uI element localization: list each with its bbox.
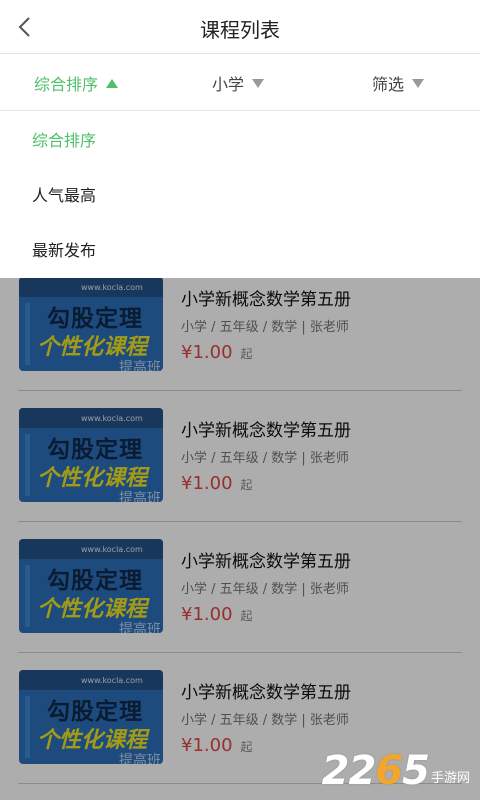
triangle-up-icon	[106, 78, 119, 88]
watermark-text: 手游网	[430, 771, 470, 786]
sort-dropdown: 综合排序 人气最高 最新发布	[0, 111, 480, 278]
sort-option-popular[interactable]: 人气最高	[0, 166, 480, 221]
level-filter-label: 小学	[212, 75, 245, 94]
sort-option-comprehensive[interactable]: 综合排序	[0, 111, 480, 166]
top-bar: 课程列表	[0, 0, 480, 54]
sort-filter-label: 综合排序	[34, 75, 99, 94]
filter-bar: 综合排序 小学 筛选	[0, 55, 480, 111]
filter-label: 筛选	[372, 75, 405, 94]
page-title: 课程列表	[200, 18, 280, 42]
sort-option-newest[interactable]: 最新发布	[0, 221, 480, 276]
watermark-number: 2265	[321, 748, 430, 794]
sort-filter-tab[interactable]: 综合排序	[34, 55, 119, 111]
watermark-logo: 2265 手游网	[322, 748, 470, 794]
dropdown-dim-overlay[interactable]	[0, 278, 480, 800]
filter-tab[interactable]: 筛选	[372, 55, 425, 111]
triangle-down-icon	[252, 78, 265, 88]
triangle-down-icon	[412, 78, 425, 88]
level-filter-tab[interactable]: 小学	[212, 55, 265, 111]
